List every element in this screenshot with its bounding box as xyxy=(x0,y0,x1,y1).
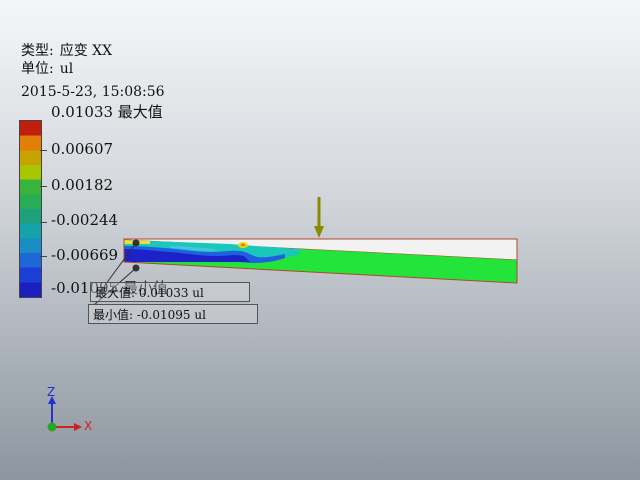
model-viewport[interactable] xyxy=(0,0,640,480)
axis-x-label: X xyxy=(84,419,93,433)
max-value-callout[interactable]: 最大值: 0.01033 ul xyxy=(90,282,250,302)
load-arrow-icon[interactable] xyxy=(314,197,324,238)
beam-model[interactable] xyxy=(123,238,518,284)
axis-z-label: Z xyxy=(47,385,56,399)
coordinate-triad xyxy=(47,396,82,432)
min-value-callout[interactable]: 最小值: -0.01095 ul xyxy=(88,304,258,324)
